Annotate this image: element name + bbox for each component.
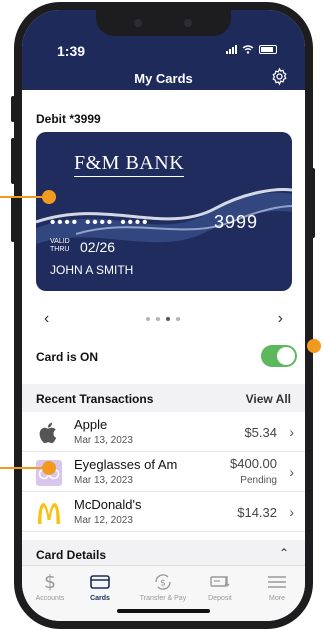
transaction-row[interactable]: Eyeglasses of Am Mar 13, 2023 $400.00 Pe… bbox=[22, 452, 305, 492]
transaction-date: Mar 12, 2023 bbox=[74, 515, 133, 526]
home-indicator bbox=[117, 609, 210, 613]
card-details-title: Card Details bbox=[36, 548, 107, 562]
pager-dot bbox=[146, 317, 150, 321]
wifi-icon bbox=[242, 45, 254, 54]
signal-icon bbox=[226, 45, 237, 54]
chevron-right-icon: › bbox=[289, 464, 294, 480]
merchant-name: Apple bbox=[74, 417, 108, 432]
card-last-four: 3999 bbox=[214, 212, 259, 232]
chevron-left-icon[interactable]: ‹ bbox=[44, 310, 49, 328]
tab-label: Deposit bbox=[208, 595, 232, 602]
card-pager: ‹ › bbox=[22, 310, 305, 330]
transaction-amount: $5.34 bbox=[244, 425, 277, 440]
chevron-right-icon: › bbox=[289, 504, 294, 520]
transaction-date: Mar 13, 2023 bbox=[74, 475, 133, 486]
transaction-row[interactable]: Apple Mar 13, 2023 $5.34 › bbox=[22, 412, 305, 452]
debit-card[interactable]: F&M BANK •••• •••• •••• 3999 VALID THRU … bbox=[36, 132, 292, 291]
tab-more[interactable]: More bbox=[249, 572, 305, 602]
notch bbox=[96, 10, 231, 36]
card-number-mask: •••• •••• •••• bbox=[50, 214, 150, 231]
pager-dots bbox=[146, 317, 180, 321]
gear-icon[interactable] bbox=[270, 67, 289, 86]
transaction-row[interactable]: McDonald's Mar 12, 2023 $14.32 › bbox=[22, 492, 305, 532]
card-expiry: 02/26 bbox=[80, 239, 116, 255]
dollar-icon: $ bbox=[43, 571, 57, 593]
deposit-check-icon bbox=[210, 576, 230, 587]
transaction-date: Mar 13, 2023 bbox=[74, 435, 133, 446]
transaction-status: Pending bbox=[240, 475, 277, 486]
tab-accounts[interactable]: $ Accounts bbox=[22, 571, 78, 602]
card-on-toggle[interactable] bbox=[261, 345, 297, 367]
account-label: Debit *3999 bbox=[36, 112, 101, 126]
valid-thru-text: VALID THRU bbox=[50, 238, 70, 253]
phone-frame: 1:39 My Cards Debit *3999 F&M BANK •••• … bbox=[14, 2, 313, 629]
battery-icon bbox=[259, 45, 277, 54]
tab-deposit[interactable]: Deposit bbox=[192, 572, 248, 602]
card-status-label: Card is ON bbox=[36, 350, 99, 364]
phone-screen: 1:39 My Cards Debit *3999 F&M BANK •••• … bbox=[22, 10, 305, 621]
chevron-right-icon: › bbox=[289, 424, 294, 440]
status-icons bbox=[226, 45, 277, 54]
chevron-right-icon[interactable]: › bbox=[278, 310, 283, 328]
apple-logo-icon bbox=[39, 422, 57, 444]
transaction-amount: $14.32 bbox=[237, 505, 277, 520]
tab-label: Transfer & Pay bbox=[139, 595, 187, 602]
tab-label: Cards bbox=[90, 595, 110, 602]
tab-label: Accounts bbox=[35, 595, 65, 602]
callout-dot-card bbox=[42, 190, 56, 204]
recent-transactions-header: Recent Transactions View All bbox=[22, 384, 305, 412]
transfer-icon: $ bbox=[155, 574, 171, 590]
merchant-name: McDonald's bbox=[74, 497, 142, 512]
status-time: 1:39 bbox=[57, 43, 86, 59]
toggle-knob bbox=[277, 347, 295, 365]
card-holder-name: JOHN A SMITH bbox=[50, 263, 134, 277]
card-icon bbox=[90, 575, 110, 589]
pager-dot bbox=[166, 317, 170, 321]
transaction-amount: $400.00 bbox=[230, 456, 277, 471]
bank-name: F&M BANK bbox=[74, 152, 185, 177]
card-details-header[interactable]: Card Details ⌃ bbox=[22, 540, 305, 568]
tab-label: More bbox=[269, 595, 285, 602]
tab-cards[interactable]: Cards bbox=[72, 572, 128, 602]
tab-transfer-pay[interactable]: $ Transfer & Pay bbox=[135, 572, 191, 602]
pager-dot bbox=[156, 317, 160, 321]
callout-dot-toggle bbox=[307, 339, 321, 353]
section-title: Recent Transactions bbox=[36, 392, 154, 406]
mcdonalds-logo-icon bbox=[38, 503, 60, 524]
svg-text:$: $ bbox=[160, 579, 166, 589]
pager-dot bbox=[176, 317, 180, 321]
callout-dot-transaction bbox=[42, 461, 56, 475]
page-title: My Cards bbox=[134, 71, 193, 86]
view-all-link[interactable]: View All bbox=[246, 392, 291, 406]
valid-thru-label: VALID THRU bbox=[50, 238, 72, 254]
main-content: Debit *3999 F&M BANK •••• •••• •••• 3999… bbox=[22, 90, 305, 568]
menu-icon bbox=[268, 576, 286, 588]
merchant-name: Eyeglasses of Am bbox=[74, 457, 178, 472]
chevron-up-icon[interactable]: ⌃ bbox=[279, 546, 289, 560]
